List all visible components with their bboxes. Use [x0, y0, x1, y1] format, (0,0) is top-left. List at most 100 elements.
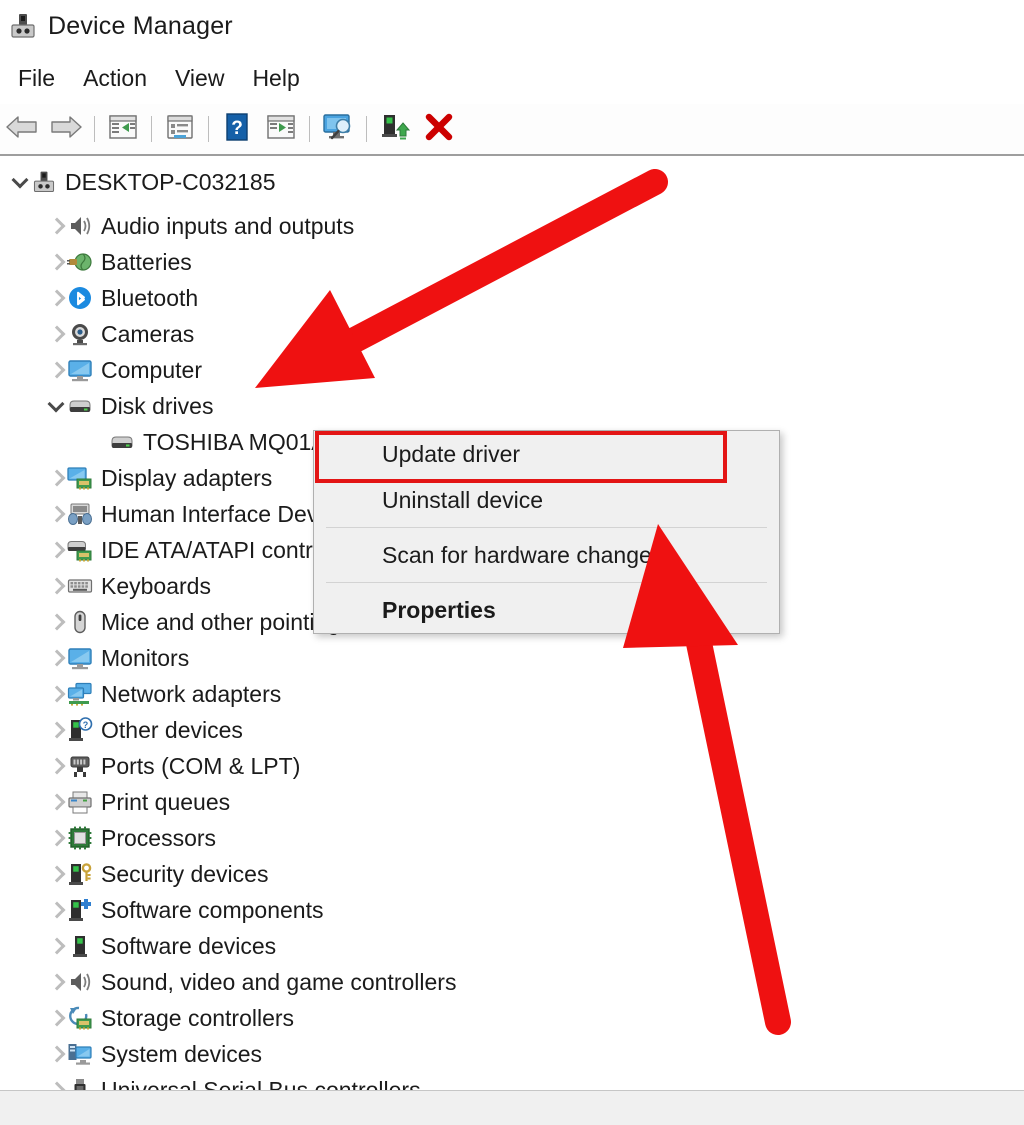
chevron-down-icon[interactable] — [44, 388, 66, 424]
tree-item-cameras[interactable]: Cameras — [44, 316, 194, 352]
bluetooth-icon — [66, 284, 94, 312]
tree-item-monitors[interactable]: Monitors — [44, 640, 189, 676]
window-title: Device Manager — [48, 11, 233, 40]
back-arrow-icon — [5, 113, 39, 146]
tree-item-audio-inputs-and-outputs[interactable]: Audio inputs and outputs — [44, 208, 354, 244]
tree-item-label: System devices — [101, 1041, 263, 1067]
tree-item-label: Keyboards — [101, 573, 211, 599]
tree-item-universal-serial-bus-controllers[interactable]: Universal Serial Bus controllers — [44, 1072, 421, 1090]
menu-help[interactable]: Help — [238, 63, 313, 94]
toolbar-separator — [151, 116, 152, 142]
chevron-right-icon[interactable] — [44, 244, 66, 280]
printer-icon — [66, 788, 94, 816]
network-adapter-icon — [66, 680, 94, 708]
toolbar-help-button[interactable]: ? — [215, 109, 259, 149]
tree-item-print-queues[interactable]: Print queues — [44, 784, 230, 820]
collapse-pane-icon — [108, 113, 138, 146]
toolbar-back-button[interactable] — [0, 109, 44, 149]
chevron-right-icon[interactable] — [44, 640, 66, 676]
toolbar-forward-button[interactable] — [44, 109, 88, 149]
tree-item-other-devices[interactable]: ? Other devices — [44, 712, 243, 748]
tree-item-network-adapters[interactable]: Network adapters — [44, 676, 281, 712]
chevron-down-icon[interactable] — [8, 164, 30, 200]
tree-root-label: DESKTOP-C032185 — [65, 169, 276, 195]
tree-item-disk-drives[interactable]: Disk drives — [44, 388, 213, 424]
software-component-icon — [66, 896, 94, 924]
disk-drive-icon — [108, 428, 136, 456]
tree-item-label: Software components — [101, 897, 324, 923]
tree-item-label: Bluetooth — [101, 285, 199, 311]
update-driver-icon — [380, 112, 411, 147]
tree-item-software-devices[interactable]: Software devices — [44, 928, 276, 964]
chevron-right-icon[interactable] — [44, 208, 66, 244]
chevron-right-icon[interactable] — [44, 712, 66, 748]
computer-root-icon — [30, 168, 58, 196]
chevron-right-icon[interactable] — [44, 316, 66, 352]
chevron-right-icon[interactable] — [44, 568, 66, 604]
chevron-right-icon[interactable] — [44, 1072, 66, 1090]
security-device-icon — [66, 860, 94, 888]
chevron-right-icon[interactable] — [44, 892, 66, 928]
chevron-right-icon[interactable] — [44, 820, 66, 856]
chevron-right-icon[interactable] — [44, 1036, 66, 1072]
mouse-icon — [66, 608, 94, 636]
context-menu-item-update-driver[interactable]: Update driver — [314, 431, 779, 477]
monitor-icon — [66, 644, 94, 672]
toolbar-scan-for-hardware-changes-button[interactable] — [316, 109, 360, 149]
monitor-icon — [66, 356, 94, 384]
tree-item-label: Ports (COM & LPT) — [101, 753, 301, 779]
context-menu-item-scan-for-hardware-changes[interactable]: Scan for hardware changes — [314, 532, 779, 578]
toolbar-properties-button[interactable] — [158, 109, 202, 149]
tree-item-bluetooth[interactable]: Bluetooth — [44, 280, 198, 316]
toolbar-show-hide-console-tree-button[interactable] — [101, 109, 145, 149]
tree-item-label: Cameras — [101, 321, 195, 347]
chevron-right-icon[interactable] — [44, 784, 66, 820]
chevron-right-icon[interactable] — [44, 1000, 66, 1036]
tree-item-label: Sound, video and game controllers — [101, 969, 457, 995]
tree-item-computer[interactable]: Computer — [44, 352, 202, 388]
chevron-right-icon[interactable] — [44, 964, 66, 1000]
context-menu[interactable]: Update driver Uninstall device Scan for … — [313, 430, 780, 634]
tree-item-software-components[interactable]: Software components — [44, 892, 323, 928]
chevron-right-icon[interactable] — [44, 676, 66, 712]
toolbar-uninstall-device-button[interactable] — [417, 109, 461, 149]
tree-item-label: Print queues — [101, 789, 231, 815]
toolbar-update-driver-button[interactable] — [373, 109, 417, 149]
context-menu-item-properties[interactable]: Properties — [314, 587, 779, 633]
processor-icon — [66, 824, 94, 852]
chevron-right-icon[interactable] — [44, 856, 66, 892]
help-icon: ? — [224, 112, 250, 147]
tree-item-label: Storage controllers — [101, 1005, 295, 1031]
tree-item-human-interface-devices[interactable]: Human Interface Devices — [44, 496, 359, 532]
device-manager-icon — [8, 11, 38, 41]
hid-icon — [66, 500, 94, 528]
tree-item-label: Audio inputs and outputs — [101, 213, 355, 239]
chevron-right-icon[interactable] — [44, 532, 66, 568]
camera-icon — [66, 320, 94, 348]
chevron-right-icon[interactable] — [44, 352, 66, 388]
chevron-right-icon[interactable] — [44, 604, 66, 640]
toolbar-show-hide-action-pane-button[interactable] — [259, 109, 303, 149]
tree-item-storage-controllers[interactable]: Storage controllers — [44, 1000, 294, 1036]
menu-file[interactable]: File — [4, 63, 69, 94]
tree-item-system-devices[interactable]: System devices — [44, 1036, 262, 1072]
tree-root-node[interactable]: DESKTOP-C032185 — [8, 164, 276, 200]
tree-item-security-devices[interactable]: Security devices — [44, 856, 268, 892]
chevron-right-icon[interactable] — [44, 460, 66, 496]
properties-icon — [165, 113, 195, 146]
menu-view[interactable]: View — [161, 63, 238, 94]
chevron-right-icon[interactable] — [44, 748, 66, 784]
chevron-right-icon[interactable] — [44, 280, 66, 316]
context-menu-separator — [326, 527, 767, 528]
tree-item-processors[interactable]: Processors — [44, 820, 216, 856]
tree-item-ports-com-and-lpt[interactable]: Ports (COM & LPT) — [44, 748, 300, 784]
menu-action[interactable]: Action — [69, 63, 161, 94]
tree-item-sound-video-and-game-controllers[interactable]: Sound, video and game controllers — [44, 964, 456, 1000]
tree-item-display-adapters[interactable]: Display adapters — [44, 460, 272, 496]
svg-text:?: ? — [83, 720, 89, 730]
context-menu-item-uninstall-device[interactable]: Uninstall device — [314, 477, 779, 523]
chevron-right-icon[interactable] — [44, 496, 66, 532]
tree-item-batteries[interactable]: Batteries — [44, 244, 192, 280]
tree-item-keyboards[interactable]: Keyboards — [44, 568, 211, 604]
chevron-right-icon[interactable] — [44, 928, 66, 964]
